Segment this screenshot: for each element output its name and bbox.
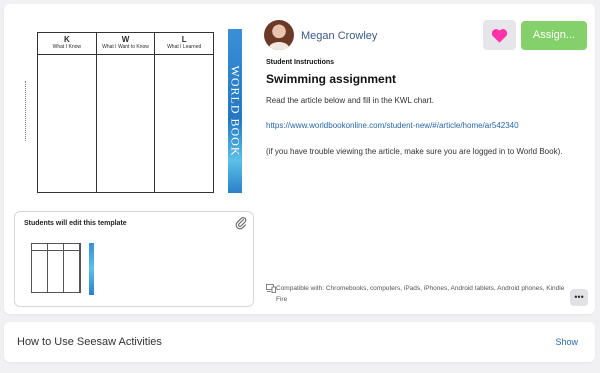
show-toggle[interactable]: Show	[555, 337, 578, 347]
article-link[interactable]: https://www.worldbookonline.com/student-…	[266, 121, 519, 130]
activity-card: K What I Know W What I Want to Know L Wh…	[4, 4, 595, 314]
thumbnail-logo	[89, 243, 94, 295]
paperclip-icon	[235, 217, 247, 230]
assignment-title: Swimming assignment	[266, 72, 397, 86]
side-text-strip	[25, 81, 28, 141]
template-label: Students will edit this template	[24, 220, 127, 227]
compatibility-info: Compatible with: Chromebooks, computers,…	[266, 283, 566, 305]
assign-button[interactable]: Assign...	[521, 21, 587, 50]
world-book-logo-text: WORLD BOOK	[228, 65, 243, 157]
how-to-title: How to Use Seesaw Activities	[17, 336, 162, 348]
kwl-subtitle: What I Want to Know	[102, 44, 149, 50]
thumbnail-grid	[31, 243, 81, 293]
kwl-column-l: L What I Learned	[155, 33, 214, 192]
worksheet-preview[interactable]: K What I Know W What I Want to Know L Wh…	[18, 19, 254, 205]
instructions-label: Student Instructions	[266, 59, 335, 66]
teacher-name[interactable]: Megan Crowley	[301, 30, 377, 42]
more-options-button[interactable]: •••	[570, 289, 588, 306]
devices-icon	[266, 284, 276, 293]
kwl-chart: K What I Know W What I Want to Know L Wh…	[37, 32, 214, 193]
template-panel[interactable]: Students will edit this template	[14, 211, 254, 307]
kwl-subtitle: What I Know	[52, 44, 82, 50]
world-book-logo: WORLD BOOK	[228, 29, 242, 193]
template-thumbnail[interactable]	[28, 240, 100, 300]
kwl-column-k: K What I Know	[38, 33, 97, 192]
compatibility-text: Compatible with: Chromebooks, computers,…	[276, 285, 565, 303]
instructions-note: (if you have trouble viewing the article…	[266, 147, 563, 156]
kwl-column-header: K What I Know	[38, 33, 96, 55]
avatar	[264, 20, 294, 50]
instructions-text: Read the article below and fill in the K…	[266, 96, 434, 105]
kwl-column-header: W What I Want to Know	[96, 33, 155, 55]
kwl-letter: W	[121, 35, 130, 44]
kwl-letter: L	[181, 35, 187, 44]
favorite-button[interactable]	[483, 20, 516, 50]
kwl-column-header: L What I Learned	[155, 33, 214, 55]
kwl-letter: K	[63, 35, 70, 44]
heart-icon	[491, 28, 508, 43]
how-to-accordion[interactable]: How to Use Seesaw Activities Show	[4, 322, 595, 362]
kwl-column-w: W What I Want to Know	[96, 33, 156, 192]
kwl-subtitle: What I Learned	[167, 44, 202, 50]
